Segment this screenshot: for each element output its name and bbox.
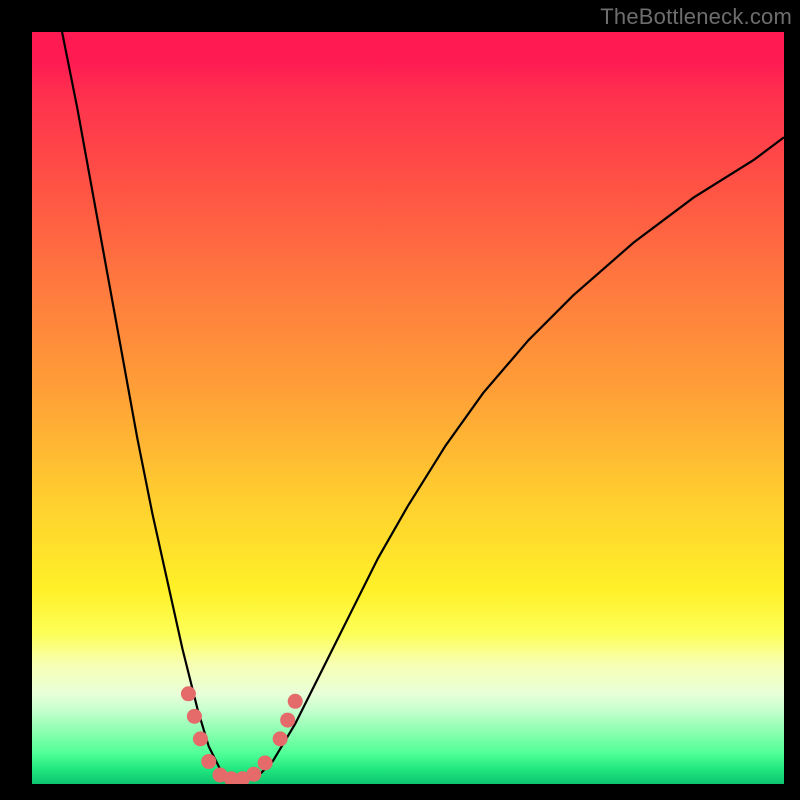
bottleneck-curve [62,32,784,780]
curve-marker [193,731,208,746]
attribution-label: TheBottleneck.com [600,4,792,30]
curve-marker [288,694,303,709]
curve-markers [181,686,303,784]
chart-frame: TheBottleneck.com [0,0,800,800]
curve-marker [246,767,261,782]
curve-marker [187,709,202,724]
curve-marker [258,755,273,770]
curve-marker [273,731,288,746]
curve-marker [181,686,196,701]
curve-marker [280,713,295,728]
chart-overlay [32,32,784,784]
curve-marker [201,754,216,769]
plot-area [32,32,784,784]
